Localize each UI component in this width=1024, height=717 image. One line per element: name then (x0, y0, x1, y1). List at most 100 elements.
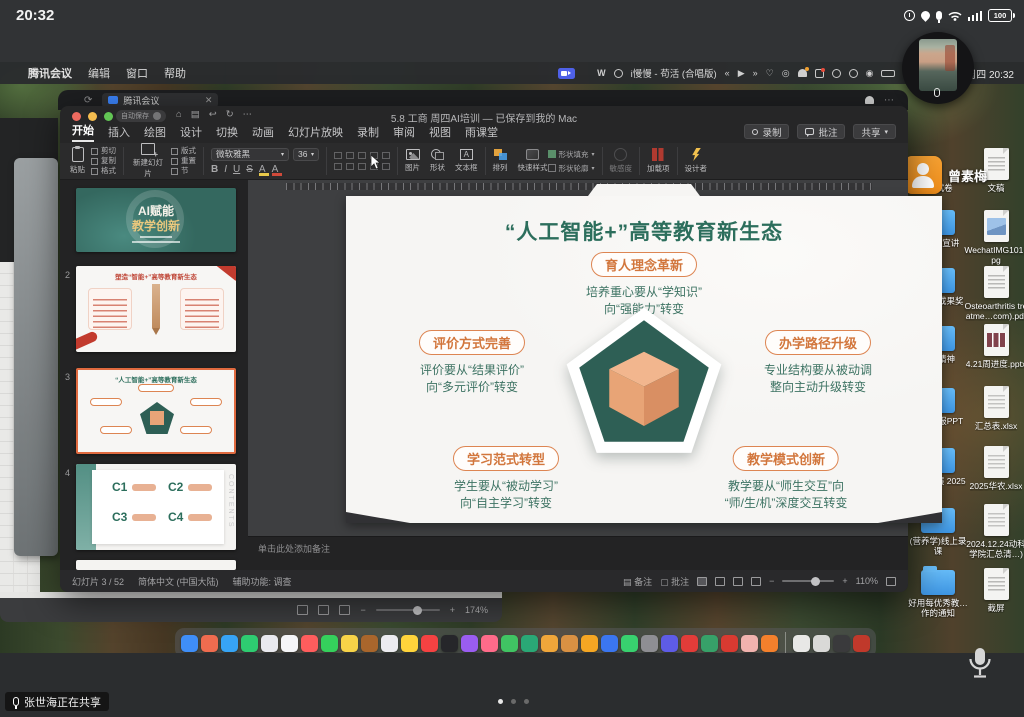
paste-button[interactable]: 粘贴 (70, 147, 85, 175)
insert-textbox-button[interactable]: A文本框 (455, 149, 478, 173)
strikethrough-button[interactable]: S (246, 164, 253, 175)
meeting-mic-button[interactable] (966, 646, 994, 680)
dock-item-icon[interactable] (833, 635, 850, 652)
reading-view-icon[interactable] (733, 577, 743, 586)
ribbon-tab-切换[interactable]: 切换 (216, 124, 238, 142)
accessibility-status[interactable]: 辅助功能: 调查 (233, 575, 292, 588)
dock-app-icon[interactable] (541, 635, 558, 652)
dock-app-icon[interactable] (501, 635, 518, 652)
close-tab-icon[interactable]: ✕ (205, 95, 213, 106)
dock-app-icon[interactable] (741, 635, 758, 652)
ribbon-tab-动画[interactable]: 动画 (252, 124, 274, 142)
dock-app-icon[interactable] (481, 635, 498, 652)
ribbon-tab-开始[interactable]: 开始 (72, 122, 94, 142)
dock-app-icon[interactable] (421, 635, 438, 652)
ribbon-tab-设计[interactable]: 设计 (180, 124, 202, 142)
dock-app-icon[interactable] (681, 635, 698, 652)
ribbon-tab-审阅[interactable]: 审阅 (393, 124, 415, 142)
comments-toggle[interactable]: ▢ 批注 (660, 575, 689, 588)
dock-app-icon[interactable] (401, 635, 418, 652)
play-icon[interactable]: ▶ (738, 68, 745, 79)
ribbon-tab-幻灯片放映[interactable]: 幻灯片放映 (288, 124, 343, 142)
dock-item-icon[interactable] (793, 635, 810, 652)
disc-icon[interactable]: ◎ (782, 68, 790, 79)
zoom-out-button[interactable]: − (769, 576, 774, 586)
view-icon[interactable] (297, 605, 308, 615)
w-app-icon[interactable]: W (597, 68, 606, 78)
slide-thumbnail-1[interactable]: AI赋能 教学创新 (76, 188, 236, 252)
arrange-button[interactable]: 排列 (493, 149, 508, 173)
menubar-item[interactable]: 窗口 (126, 65, 148, 81)
view-icon[interactable] (339, 605, 350, 615)
slide-thumbnail-5-partial[interactable] (76, 560, 236, 570)
record-button[interactable]: 录制 (744, 124, 789, 139)
page-indicator-dots[interactable] (498, 699, 529, 704)
normal-view-icon[interactable] (697, 577, 707, 586)
insert-picture-button[interactable]: 图片 (405, 149, 420, 173)
font-size-select[interactable]: 36▾ (293, 148, 319, 161)
wechat-icon[interactable] (832, 69, 841, 78)
desktop-file[interactable]: 2025华农.xlsx (964, 446, 1024, 491)
format-painter-button[interactable]: 格式 (91, 167, 116, 175)
desktop-file[interactable]: 2024.12.24动科学院汇总清…)(1).xlsx (964, 504, 1024, 560)
slide-thumbnail-2[interactable]: 塑造“智能+”高等教育新生态 (76, 266, 236, 352)
record-menu-icon[interactable]: ◉ (866, 68, 874, 79)
new-slide-button[interactable]: 新建幻灯片 (131, 143, 165, 179)
bullets-icon[interactable] (334, 152, 342, 159)
insert-shape-button[interactable]: 形状 (430, 149, 445, 173)
dock-app-icon[interactable] (721, 635, 738, 652)
slide-sorter-icon[interactable] (715, 577, 725, 586)
italic-button[interactable]: I (224, 164, 227, 175)
share-button[interactable]: 共享▾ (853, 124, 896, 139)
desktop-file[interactable]: 汇总表.xlsx (964, 386, 1024, 431)
menubar-app-name[interactable]: 腾讯会议 (28, 65, 72, 81)
ribbon-tab-录制[interactable]: 录制 (357, 124, 379, 142)
desktop-folder[interactable]: 好用每优秀教…作的通知 (906, 570, 970, 618)
calendar-badge-icon[interactable] (815, 69, 824, 78)
direction-icon[interactable] (382, 152, 390, 159)
highlight-color-button[interactable]: A (259, 164, 266, 175)
dock-app-icon[interactable] (281, 635, 298, 652)
notes-toggle[interactable]: ▤ 备注 (623, 575, 652, 588)
dock-app-icon[interactable] (601, 635, 618, 652)
slide[interactable]: “人工智能+”高等教育新生态 育人理念革新 培养重心要从“学知识”向“强能力”转… (346, 196, 942, 523)
previous-track-icon[interactable]: « (725, 68, 730, 78)
desktop-file[interactable]: Osteoarthritis treatme…com).pdf (964, 266, 1024, 321)
cut-button[interactable]: 剪切 (91, 147, 116, 155)
dock-item-icon[interactable] (813, 635, 830, 652)
slide-thumbnail-4[interactable]: C1 C2 C3 C4 CONTENTS (76, 464, 236, 550)
zoom-slider[interactable] (782, 580, 834, 582)
dock-app-icon[interactable] (661, 635, 678, 652)
dock-app-icon[interactable] (581, 635, 598, 652)
quick-styles-button[interactable]: 快速样式 (518, 149, 548, 173)
dock-app-icon[interactable] (441, 635, 458, 652)
font-color-button[interactable]: A (272, 164, 279, 175)
align-left-icon[interactable] (334, 163, 342, 170)
notes-pane[interactable]: 单击此处添加备注 (248, 536, 908, 570)
dock-app-icon[interactable] (361, 635, 378, 652)
dock-app-icon[interactable] (461, 635, 478, 652)
dock-app-icon[interactable] (241, 635, 258, 652)
dock-app-icon[interactable] (621, 635, 638, 652)
tabstrip-more-icon[interactable]: ⋯ (884, 95, 894, 106)
ribbon-tab-绘图[interactable]: 绘图 (144, 124, 166, 142)
slide-thumbnail-3-selected[interactable]: “人工智能+”高等教育新生态 (76, 368, 236, 454)
slideshow-icon[interactable] (751, 577, 761, 586)
dock-app-icon[interactable] (221, 635, 238, 652)
numbering-icon[interactable] (346, 152, 354, 159)
reload-icon[interactable]: ⟳ (84, 95, 92, 106)
notification-bell-icon[interactable] (798, 69, 807, 77)
fit-slide-icon[interactable] (886, 577, 896, 586)
addins-button[interactable]: 加载项 (647, 148, 670, 174)
participant-video-bubble[interactable] (902, 32, 974, 104)
underline-button[interactable]: U (233, 164, 240, 175)
ribbon-tab-视图[interactable]: 视图 (429, 124, 451, 142)
menubar-item[interactable]: 帮助 (164, 65, 186, 81)
columns-icon[interactable] (382, 163, 390, 170)
zoom-out-button[interactable]: − (360, 605, 365, 615)
align-center-icon[interactable] (346, 163, 354, 170)
zoom-in-button[interactable]: + (450, 605, 455, 615)
reset-button[interactable]: 重置 (171, 157, 196, 165)
bold-button[interactable]: B (211, 164, 218, 175)
meeting-camera-indicator-icon[interactable] (558, 68, 575, 79)
